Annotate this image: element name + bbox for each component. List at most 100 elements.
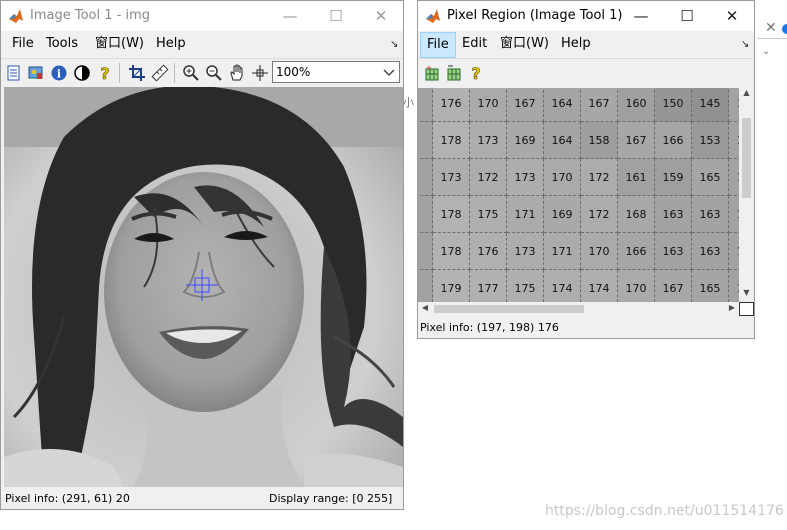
contrast-icon[interactable] — [72, 63, 92, 83]
pixel-region-window: Pixel Region (Image Tool 1) — ☐ ✕ File E… — [417, 0, 755, 339]
watermark-text: https://blog.csdn.net/u011514176 — [545, 503, 784, 519]
close-icon[interactable]: ✕ — [358, 1, 404, 31]
pixel-info-text: Pixel info: (291, 61) 20 — [5, 492, 130, 505]
pixel-region-menubar: File Edit 窗口(W) Help ↘ — [418, 31, 754, 58]
pixel-cell: 170 — [544, 159, 581, 196]
portrait-image[interactable] — [4, 87, 403, 487]
pixel-cell: 172 — [581, 159, 618, 196]
minimize-icon[interactable]: — — [267, 1, 313, 31]
pixel-cell: 163 — [692, 233, 729, 270]
menu-help[interactable]: Help — [150, 31, 192, 57]
pixel-cell: 176 — [433, 88, 470, 122]
pixel-cell-partial: 2 — [418, 88, 433, 122]
measure-distance-icon[interactable] — [150, 63, 170, 83]
pixel-cell: 173 — [433, 159, 470, 196]
pixel-cell-partial: 1 — [418, 233, 433, 270]
pixel-cell: 169 — [544, 196, 581, 233]
pixel-cell: 165 — [692, 270, 729, 302]
image-tool-menubar: File Tools 窗口(W) Help ↘ — [1, 31, 403, 57]
pixel-cell: 164 — [544, 122, 581, 159]
menu-file[interactable]: File — [420, 32, 456, 58]
crop-icon[interactable] — [127, 63, 147, 83]
bg-fragment-label: 小 — [403, 96, 414, 109]
pixel-info-text: Pixel info: (197, 198) 176 — [420, 321, 559, 334]
pixel-cell: 175 — [507, 270, 544, 302]
pixel-cell: 167 — [655, 270, 692, 302]
pixel-cell-partial: 1 — [729, 270, 739, 302]
new-figure-icon[interactable] — [4, 63, 24, 83]
chevron-down-icon — [383, 69, 395, 76]
vertical-scrollbar[interactable]: ▲ ▼ — [739, 88, 754, 302]
close-icon[interactable]: ✕ — [709, 1, 755, 31]
scroll-down-icon[interactable]: ▼ — [739, 288, 754, 302]
svg-text:?: ? — [471, 64, 480, 82]
pixel-cell: 170 — [581, 233, 618, 270]
pixel-cell: 150 — [655, 88, 692, 122]
pixel-cell: 163 — [655, 196, 692, 233]
pixel-cell: 167 — [618, 122, 655, 159]
zoom-select[interactable]: 100% — [272, 61, 400, 83]
minimize-icon[interactable]: — — [618, 1, 664, 31]
matlab-logo-icon — [9, 9, 23, 23]
info-icon[interactable]: i — [49, 63, 69, 83]
pixel-cell-partial: 1 — [729, 122, 739, 159]
zoom-value: 100% — [276, 65, 311, 79]
help-icon[interactable]: ? — [466, 63, 486, 83]
horizontal-scroll-thumb[interactable] — [434, 305, 584, 313]
display-range-text: Display range: [0 255] — [269, 492, 393, 505]
toolbar-separator — [119, 63, 120, 83]
pixel-cell: 179 — [433, 270, 470, 302]
bg-tab-edge — [782, 24, 787, 34]
copy-position-icon[interactable]: + — [422, 63, 442, 83]
pixel-cell: 171 — [507, 196, 544, 233]
pixel-grid[interactable]: 2176170167164167160150145181781731691641… — [418, 88, 739, 302]
pixel-cell-partial: 1 — [729, 159, 739, 196]
bg-close-icon[interactable]: ✕ — [765, 20, 777, 36]
pixel-cell: 166 — [618, 233, 655, 270]
pixel-cell: 159 — [655, 159, 692, 196]
menu-edit[interactable]: Edit — [456, 31, 493, 57]
pixel-region-titlebar[interactable]: Pixel Region (Image Tool 1) — ☐ ✕ — [418, 1, 754, 31]
image-tool-statusbar: Pixel info: (291, 61) 20 Display range: … — [1, 487, 403, 509]
pixel-cell-partial: 1 — [729, 233, 739, 270]
pixel-cell: 168 — [618, 196, 655, 233]
menu-help[interactable]: Help — [555, 31, 597, 57]
pixel-cell: 166 — [655, 122, 692, 159]
menu-window[interactable]: 窗口(W) — [89, 31, 150, 57]
image-info-icon[interactable] — [26, 63, 46, 83]
image-tool-titlebar[interactable]: Image Tool 1 - img — ☐ ✕ — [1, 1, 403, 31]
pixel-info-icon[interactable] — [444, 63, 464, 83]
svg-text:+: + — [426, 64, 432, 72]
image-tool-toolbar: i ? 100% — [1, 58, 403, 87]
maximize-icon[interactable]: ☐ — [664, 1, 710, 31]
image-tool-window: Image Tool 1 - img — ☐ ✕ File Tools 窗口(W… — [0, 0, 404, 510]
pixel-region-icon[interactable] — [250, 63, 270, 83]
scroll-up-icon[interactable]: ▲ — [739, 88, 754, 102]
dock-arrow-icon[interactable]: ↘ — [390, 39, 398, 50]
help-icon[interactable]: ? — [95, 63, 115, 83]
pixel-cell: 163 — [692, 196, 729, 233]
pan-hand-icon[interactable] — [227, 63, 247, 83]
pixel-cell: 178 — [433, 233, 470, 270]
horizontal-scrollbar[interactable]: ◀ ▶ — [418, 302, 739, 316]
pixel-cell: 145 — [692, 88, 729, 122]
menu-tools[interactable]: Tools — [40, 31, 84, 57]
scroll-left-icon[interactable]: ◀ — [418, 303, 432, 315]
pixel-cell-partial: 0 — [418, 159, 433, 196]
dock-arrow-icon[interactable]: ↘ — [741, 39, 749, 50]
scroll-right-icon[interactable]: ▶ — [725, 303, 739, 315]
menu-file[interactable]: File — [6, 31, 40, 57]
pixel-cell-partial: 1 — [418, 196, 433, 233]
zoom-out-icon[interactable] — [204, 63, 224, 83]
pixel-cell: 176 — [470, 233, 507, 270]
svg-text:i: i — [57, 68, 61, 81]
menu-window[interactable]: 窗口(W) — [494, 31, 555, 57]
pixel-cell: 169 — [507, 122, 544, 159]
maximize-icon[interactable]: ☐ — [313, 1, 359, 31]
bg-chevron-icon[interactable]: ⌄ — [762, 46, 770, 57]
vertical-scroll-thumb[interactable] — [742, 118, 751, 198]
pixel-cell-partial: 8 — [418, 122, 433, 159]
pixel-cell: 173 — [507, 159, 544, 196]
zoom-in-icon[interactable] — [181, 63, 201, 83]
pixel-cell: 164 — [544, 88, 581, 122]
